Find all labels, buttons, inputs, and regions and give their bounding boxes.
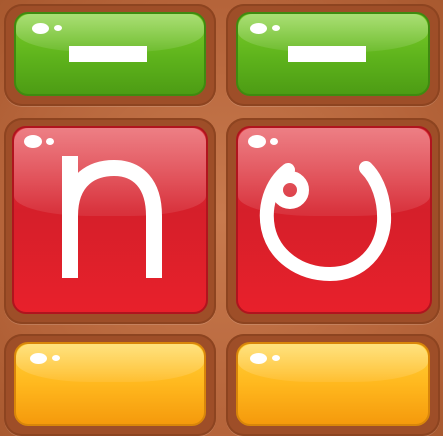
orange-tile-right[interactable] <box>236 342 430 426</box>
green-minus-tile-right[interactable] <box>236 12 430 96</box>
tile-gloss <box>16 344 204 383</box>
sparkle-icon <box>250 23 267 34</box>
telugu-la-glyph <box>259 161 392 282</box>
game-board: n ల <box>0 0 443 436</box>
sparkle-icon <box>272 355 280 361</box>
orange-tile-left[interactable] <box>14 342 206 426</box>
sparkle-icon <box>30 353 47 364</box>
green-minus-tile-left[interactable] <box>14 12 206 96</box>
minus-icon <box>288 46 366 62</box>
sparkle-icon <box>272 25 280 31</box>
red-letter-tile-left[interactable]: n <box>12 126 208 314</box>
sparkle-icon <box>250 353 267 364</box>
sparkle-icon <box>54 25 62 31</box>
tile-gloss <box>238 344 428 383</box>
sparkle-icon <box>52 355 60 361</box>
letter-n-glyph <box>62 156 162 278</box>
red-letter-tile-right[interactable]: ల <box>236 126 432 314</box>
sparkle-icon <box>32 23 49 34</box>
minus-icon <box>69 46 147 62</box>
